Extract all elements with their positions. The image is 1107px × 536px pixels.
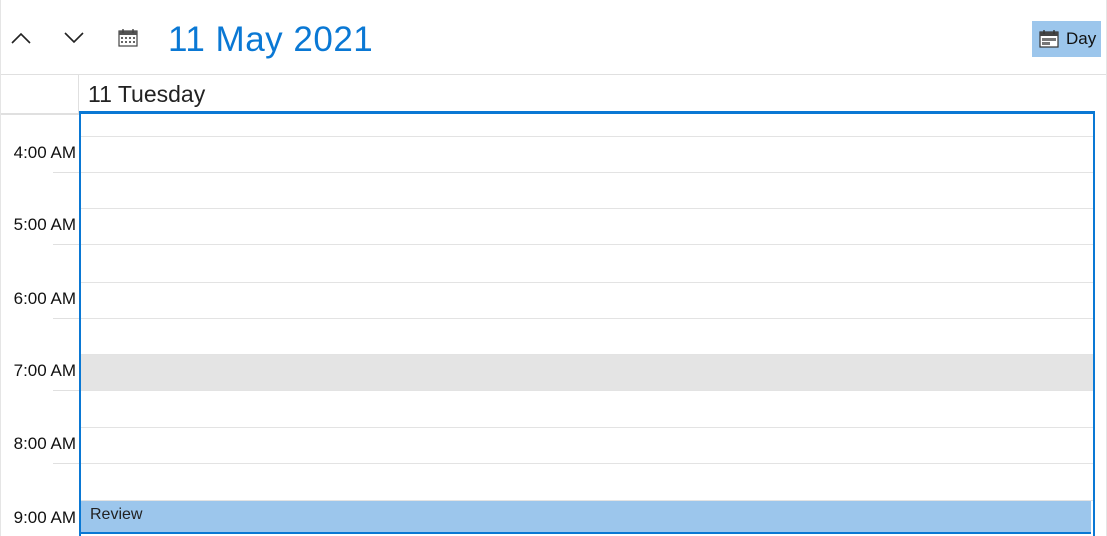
day-view-label: Day — [1066, 29, 1097, 48]
time-label: 6:00 AM — [13, 289, 76, 308]
slot-line — [81, 244, 1093, 245]
day-view-button[interactable]: Day — [1032, 21, 1101, 57]
time-gutter: 4:00 AM 5:00 AM 6:00 AM 7:00 AM 8:00 AM … — [1, 114, 79, 536]
day-column[interactable]: Review — [79, 114, 1095, 536]
gutter-tick — [53, 318, 79, 319]
gutter-tick — [53, 390, 79, 391]
chevron-down-icon — [64, 32, 84, 44]
day-header-gutter — [1, 75, 79, 114]
slot-line — [81, 390, 1093, 391]
gutter-tick — [53, 244, 79, 245]
scheduler: 11 May 2021 Day 11 Tuesday 4:00 AM 5:00 … — [0, 0, 1107, 536]
chevron-up-icon — [11, 32, 31, 44]
day-header-label: 11 Tuesday — [88, 81, 206, 107]
slot-line — [81, 208, 1093, 209]
next-button[interactable] — [60, 24, 88, 52]
time-label: 7:00 AM — [13, 361, 76, 380]
selected-time-slot[interactable] — [81, 354, 1093, 390]
appointment-review[interactable]: Review — [81, 501, 1091, 534]
slot-line — [81, 282, 1093, 283]
slot-line — [81, 136, 1093, 137]
slot-line — [81, 172, 1093, 173]
time-label: 4:00 AM — [13, 143, 76, 162]
slot-line — [81, 463, 1093, 464]
slot-line — [81, 427, 1093, 428]
gutter-tick — [53, 463, 79, 464]
time-label: 8:00 AM — [13, 434, 76, 453]
previous-button[interactable] — [7, 24, 35, 52]
time-label: 9:00 AM — [13, 508, 76, 527]
gutter-tick — [53, 172, 79, 173]
calendar-day-icon — [1039, 30, 1059, 48]
scroll-edge — [1095, 75, 1106, 536]
calendar-picker-button[interactable] — [114, 24, 142, 52]
slot-line — [81, 318, 1093, 319]
day-header[interactable]: 11 Tuesday — [79, 75, 1095, 113]
scheduler-header: 11 May 2021 Day — [1, 0, 1106, 75]
header-date-title[interactable]: 11 May 2021 — [168, 18, 373, 62]
time-label: 5:00 AM — [13, 215, 76, 234]
slot-line — [81, 354, 1093, 355]
calendar-icon — [118, 29, 138, 47]
